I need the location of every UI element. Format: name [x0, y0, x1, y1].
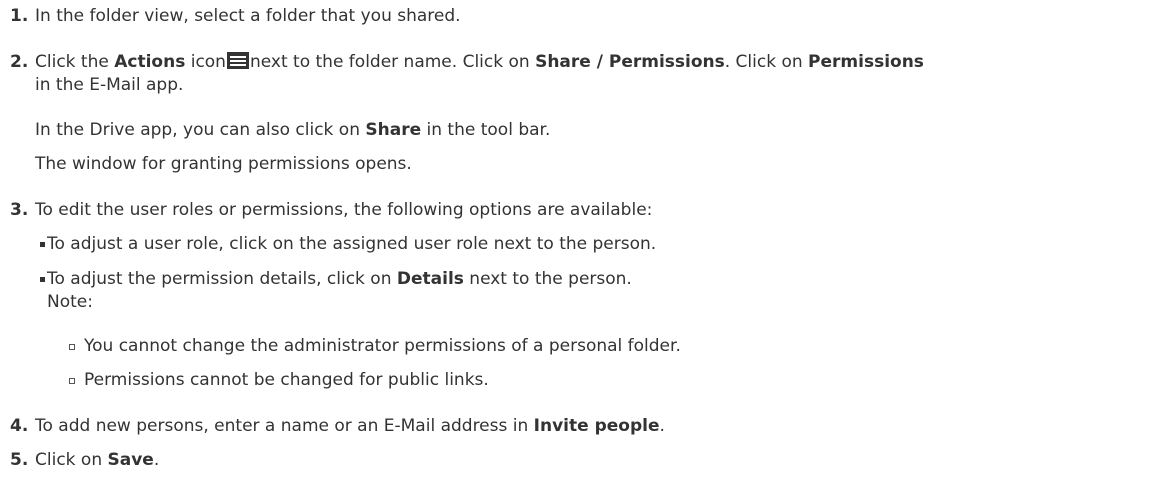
step-number: 1. [10, 6, 29, 26]
list-item: To adjust a user role, click on the assi… [0, 233, 1156, 256]
share-label: Share [365, 120, 422, 140]
actions-menu-icon [226, 52, 249, 69]
step-text: To add new persons, enter a name or an E… [35, 416, 665, 436]
share-permissions-label: Share / Permissions [535, 52, 725, 72]
details-label: Details [396, 269, 464, 289]
bullet-hollow-square-icon [69, 344, 75, 350]
step-text: To edit the user roles or permissions, t… [35, 200, 653, 220]
invite-people-label: Invite people [533, 416, 660, 436]
bullet-hollow-square-icon [69, 378, 75, 384]
step-2-drive-note: In the Drive app, you can also click on … [35, 120, 551, 140]
step-number: 3. [10, 200, 29, 220]
permissions-label: Permissions [808, 52, 924, 72]
bullet-square-icon [40, 277, 45, 282]
save-label: Save [107, 450, 154, 470]
step-2: 2. Click the Actions icon next to the fol… [0, 51, 1156, 97]
step-1: 1. In the folder view, select a folder t… [0, 5, 1156, 28]
step-text: In the folder view, select a folder that… [35, 6, 461, 26]
step-number: 5. [10, 450, 29, 470]
list-item: To adjust the permission details, click … [0, 268, 1156, 314]
sub-list-item: Permissions cannot be changed for public… [0, 369, 1156, 392]
step-number: 2. [10, 52, 29, 72]
step-2-result: The window for granting permissions open… [35, 154, 412, 174]
note-label: Note: [47, 292, 93, 312]
actions-label: Actions [114, 52, 186, 72]
step-3: 3. To edit the user roles or permissions… [0, 199, 1156, 222]
step-text-continuation: in the E-Mail app. [35, 75, 184, 95]
sub-list-item: You cannot change the administrator perm… [0, 335, 1156, 358]
step-text: Click the Actions icon next to the folder… [35, 52, 924, 72]
step-5: 5. Click on Save. [0, 449, 1156, 472]
step-text: Click on Save. [35, 450, 160, 470]
bullet-square-icon [40, 242, 45, 247]
step-4: 4. To add new persons, enter a name or a… [0, 415, 1156, 438]
step-number: 4. [10, 416, 29, 436]
